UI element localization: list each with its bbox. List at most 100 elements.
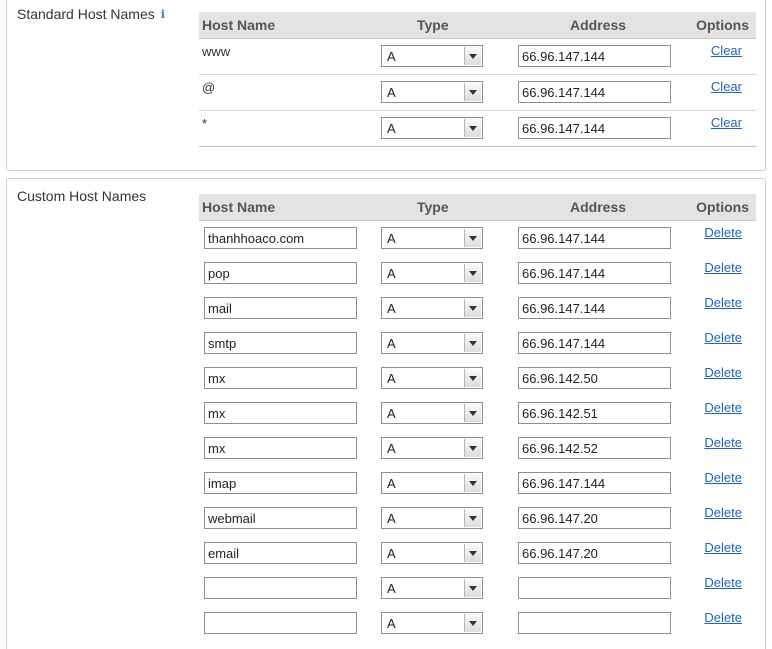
delete-link[interactable]: Delete xyxy=(704,260,742,275)
record-type-value: A xyxy=(387,581,396,596)
table-row: mx A 66.96.142.52 Delete xyxy=(199,431,756,466)
table-row: A Delete xyxy=(199,571,756,606)
host-name-input[interactable]: smtp xyxy=(204,332,357,354)
table-row: webmail A 66.96.147.20 Delete xyxy=(199,501,756,536)
chevron-down-icon[interactable] xyxy=(464,264,481,282)
delete-link[interactable]: Delete xyxy=(704,295,742,310)
record-type-select[interactable]: A xyxy=(381,227,483,249)
chevron-down-icon[interactable] xyxy=(464,404,481,422)
table-header: Host Name Type Address Options xyxy=(199,12,756,39)
address-input[interactable]: 66.96.142.52 xyxy=(518,437,671,459)
address-input[interactable]: 66.96.147.20 xyxy=(518,507,671,529)
record-type-value: A xyxy=(387,121,396,136)
record-type-select[interactable]: A xyxy=(381,542,483,564)
address-input[interactable] xyxy=(518,612,671,634)
clear-link[interactable]: Clear xyxy=(711,79,742,94)
record-type-value: A xyxy=(387,301,396,316)
delete-link[interactable]: Delete xyxy=(704,505,742,520)
record-type-value: A xyxy=(387,85,396,100)
host-name-input[interactable]: mail xyxy=(204,297,357,319)
record-type-value: A xyxy=(387,371,396,386)
address-input[interactable]: 66.96.142.51 xyxy=(518,402,671,424)
record-type-select[interactable]: A xyxy=(381,507,483,529)
delete-link[interactable]: Delete xyxy=(704,610,742,625)
host-name-input[interactable] xyxy=(204,612,357,634)
delete-link[interactable]: Delete xyxy=(704,330,742,345)
address-input[interactable]: 66.96.147.144 xyxy=(518,297,671,319)
record-type-select[interactable]: A xyxy=(381,612,483,634)
host-name-input[interactable]: webmail xyxy=(204,507,357,529)
column-header-address: Address xyxy=(570,199,627,215)
delete-link[interactable]: Delete xyxy=(704,470,742,485)
table-header: Host Name Type Address Options xyxy=(199,194,756,221)
delete-link[interactable]: Delete xyxy=(704,400,742,415)
custom-host-names-panel: Custom Host Names Host Name Type Address… xyxy=(6,178,766,649)
host-name-input[interactable]: mx xyxy=(204,367,357,389)
clear-link[interactable]: Clear xyxy=(711,43,742,58)
delete-link[interactable]: Delete xyxy=(704,575,742,590)
chevron-down-icon[interactable] xyxy=(464,369,481,387)
address-input[interactable]: 66.96.147.144 xyxy=(518,262,671,284)
chevron-down-icon[interactable] xyxy=(464,439,481,457)
host-name-input[interactable]: thanhhoaco.com xyxy=(204,227,357,249)
column-header-address: Address xyxy=(570,17,627,33)
info-icon[interactable]: i xyxy=(161,8,165,21)
record-type-select[interactable]: A xyxy=(381,577,483,599)
address-input[interactable]: 66.96.147.144 xyxy=(518,332,671,354)
chevron-down-icon[interactable] xyxy=(464,334,481,352)
chevron-down-icon[interactable] xyxy=(464,509,481,527)
host-name-input[interactable]: imap xyxy=(204,472,357,494)
chevron-down-icon[interactable] xyxy=(464,229,481,247)
custom-host-names-title: Custom Host Names xyxy=(17,188,147,204)
table-row: pop A 66.96.147.144 Delete xyxy=(199,256,756,291)
column-header-type: Type xyxy=(417,199,449,215)
address-input[interactable]: 66.96.147.144 xyxy=(518,227,671,249)
chevron-down-icon[interactable] xyxy=(464,83,481,101)
record-type-select[interactable]: A xyxy=(381,262,483,284)
host-name-input[interactable]: email xyxy=(204,542,357,564)
address-input[interactable]: 66.96.147.144 xyxy=(518,81,671,103)
host-name-input[interactable]: mx xyxy=(204,437,357,459)
host-name-input[interactable] xyxy=(204,577,357,599)
delete-link[interactable]: Delete xyxy=(704,540,742,555)
table-row: mx A 66.96.142.51 Delete xyxy=(199,396,756,431)
address-input[interactable]: 66.96.147.20 xyxy=(518,542,671,564)
chevron-down-icon[interactable] xyxy=(464,579,481,597)
record-type-select[interactable]: A xyxy=(381,297,483,319)
chevron-down-icon[interactable] xyxy=(464,474,481,492)
host-name-input[interactable]: mx xyxy=(204,402,357,424)
table-row: imap A 66.96.147.144 Delete xyxy=(199,466,756,501)
chevron-down-icon[interactable] xyxy=(464,119,481,137)
address-input[interactable]: 66.96.142.50 xyxy=(518,367,671,389)
record-type-select[interactable]: A xyxy=(381,81,483,103)
address-input[interactable]: 66.96.147.144 xyxy=(518,472,671,494)
address-input[interactable] xyxy=(518,577,671,599)
record-type-select[interactable]: A xyxy=(381,402,483,424)
record-type-select[interactable]: A xyxy=(381,45,483,67)
column-header-host-name: Host Name xyxy=(202,199,276,215)
chevron-down-icon[interactable] xyxy=(464,47,481,65)
record-type-select[interactable]: A xyxy=(381,117,483,139)
delete-link[interactable]: Delete xyxy=(704,435,742,450)
record-type-value: A xyxy=(387,49,396,64)
chevron-down-icon[interactable] xyxy=(464,614,481,632)
record-type-value: A xyxy=(387,441,396,456)
table-row: * A 66.96.147.144 Clear xyxy=(199,111,756,147)
clear-link[interactable]: Clear xyxy=(711,115,742,130)
column-header-host-name: Host Name xyxy=(202,17,276,33)
record-type-select[interactable]: A xyxy=(381,472,483,494)
address-input[interactable]: 66.96.147.144 xyxy=(518,45,671,67)
record-type-value: A xyxy=(387,266,396,281)
chevron-down-icon[interactable] xyxy=(464,299,481,317)
address-input[interactable]: 66.96.147.144 xyxy=(518,117,671,139)
record-type-select[interactable]: A xyxy=(381,437,483,459)
host-name-input[interactable]: pop xyxy=(204,262,357,284)
record-type-select[interactable]: A xyxy=(381,367,483,389)
standard-host-names-title: Standard Host Names xyxy=(17,6,155,22)
column-header-options: Options xyxy=(696,199,749,215)
delete-link[interactable]: Delete xyxy=(704,365,742,380)
record-type-select[interactable]: A xyxy=(381,332,483,354)
delete-link[interactable]: Delete xyxy=(704,225,742,240)
chevron-down-icon[interactable] xyxy=(464,544,481,562)
table-row: mx A 66.96.142.50 Delete xyxy=(199,361,756,396)
